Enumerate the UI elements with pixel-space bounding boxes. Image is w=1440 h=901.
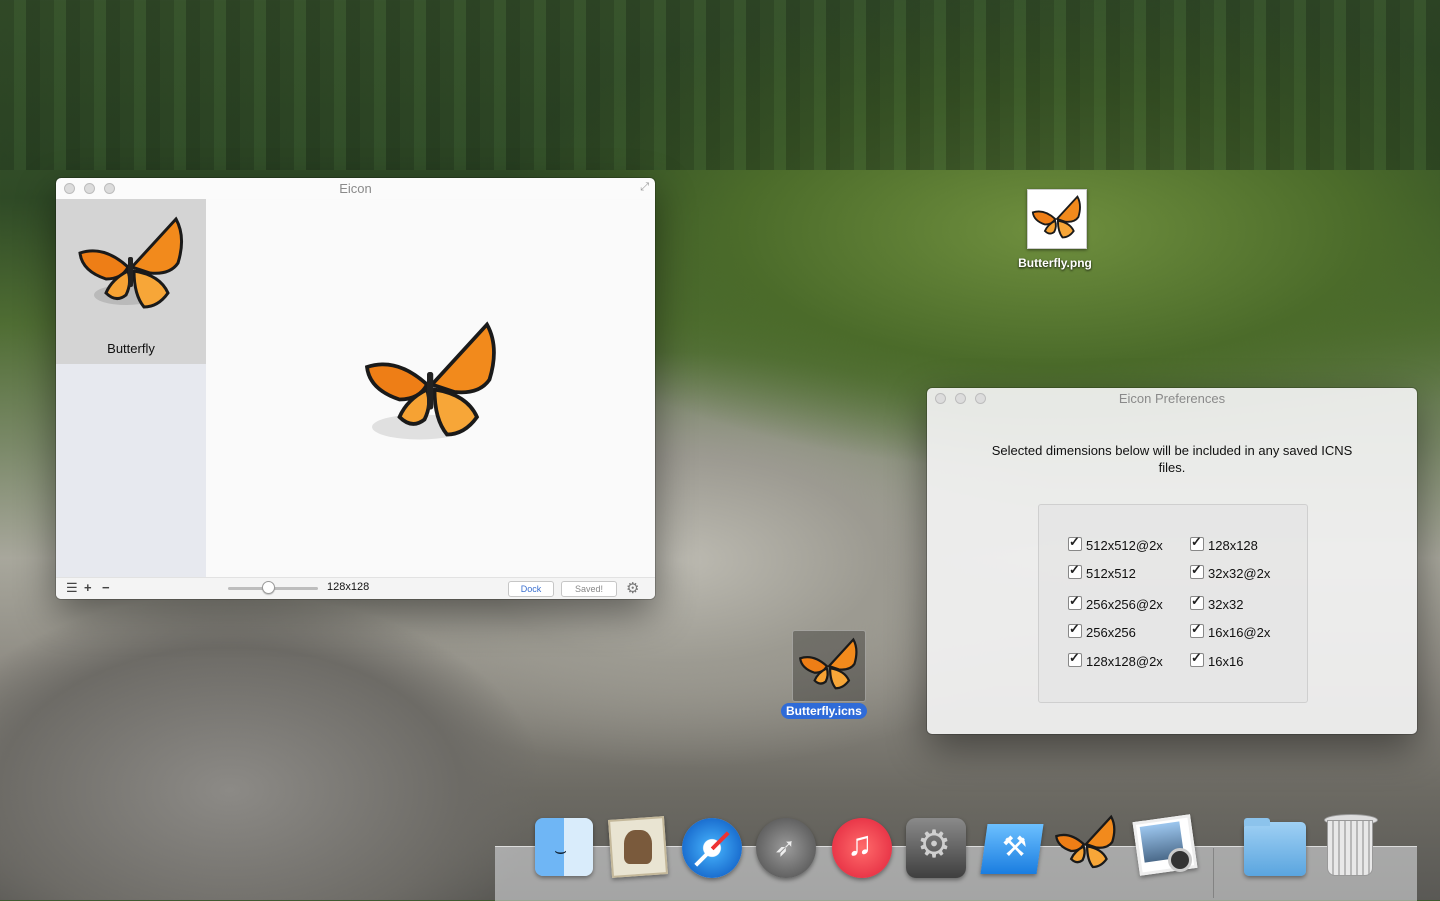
iphoto-icon[interactable] (1130, 810, 1198, 876)
checkmark-icon (1190, 650, 1204, 667)
sidebar-item-butterfly[interactable]: Butterfly (56, 199, 206, 364)
checkbox-16x16-2x[interactable]: 16x16@2x (1190, 621, 1270, 640)
checkbox-16x16[interactable]: 16x16 (1190, 650, 1243, 669)
butterfly-preview-icon (364, 321, 496, 440)
dimensions-box: 512x512@2x 512x512 256x256@2x 256x256 12… (1038, 504, 1308, 703)
butterfly-png-thumbnail-icon (1031, 195, 1081, 239)
checkbox-512x512[interactable]: 512x512 (1068, 562, 1136, 581)
eicon-titlebar[interactable]: Eicon ⤢ (56, 178, 655, 199)
remove-icon[interactable]: − (102, 581, 110, 595)
list-icon[interactable]: ☰ (66, 581, 78, 595)
sidebar-item-label: Butterfly (107, 341, 155, 356)
eicon-app-icon[interactable] (1054, 810, 1118, 876)
desktop-wallpaper (0, 0, 1440, 170)
checkbox-256x256-2x[interactable]: 256x256@2x (1068, 593, 1163, 612)
checkmark-icon (1068, 534, 1082, 551)
preferences-description: Selected dimensions below will be includ… (991, 443, 1353, 475)
eicon-bottom-bar: ☰ + − 128x128 Dock Saved! ⚙ (56, 577, 655, 599)
size-label: 128x128 (327, 581, 370, 593)
checkmark-icon (1068, 593, 1082, 610)
system-preferences-icon[interactable]: ⚙ (904, 810, 968, 878)
xcode-icon[interactable]: ⚒ (980, 810, 1044, 876)
butterfly-thumbnail-icon (78, 216, 183, 309)
size-slider-knob[interactable] (262, 581, 275, 594)
icon-sidebar: Butterfly (56, 199, 206, 577)
mail-icon[interactable] (606, 810, 670, 878)
preferences-titlebar[interactable]: Eicon Preferences (927, 388, 1417, 409)
dock-button[interactable]: Dock (508, 581, 554, 597)
saved-button[interactable]: Saved! (561, 581, 617, 597)
window-title: Eicon (339, 181, 372, 196)
preferences-window: Eicon Preferences Selected dimensions be… (927, 388, 1417, 734)
gear-icon[interactable]: ⚙ (626, 579, 639, 597)
eicon-window: Eicon ⤢ Butterfly ☰ + − 128x128 Dock Sav… (56, 178, 655, 599)
fullscreen-icon[interactable]: ⤢ (640, 181, 649, 194)
butterfly-icns-thumbnail-icon (799, 637, 858, 690)
checkbox-128x128-2x[interactable]: 128x128@2x (1068, 650, 1163, 669)
launchpad-icon[interactable]: ➶ (754, 810, 818, 878)
checkbox-32x32-2x[interactable]: 32x32@2x (1190, 562, 1270, 581)
checkbox-128x128[interactable]: 128x128 (1190, 534, 1258, 553)
trash-icon[interactable] (1318, 810, 1382, 876)
checkmark-icon (1068, 562, 1082, 579)
finder-icon[interactable]: ⌣ (532, 810, 596, 876)
checkmark-icon (1190, 534, 1204, 551)
butterfly-png-file[interactable] (1027, 189, 1087, 249)
checkbox-512x512-2x[interactable]: 512x512@2x (1068, 534, 1163, 553)
butterfly-png-label[interactable]: Butterfly.png (1005, 256, 1105, 270)
butterfly-icns-file[interactable] (792, 630, 866, 702)
checkmark-icon (1190, 621, 1204, 638)
checkbox-32x32[interactable]: 32x32 (1190, 593, 1243, 612)
safari-icon[interactable] (680, 810, 744, 878)
icon-preview-canvas (206, 199, 655, 577)
window-title: Eicon Preferences (1118, 391, 1226, 406)
dock-separator (1213, 848, 1214, 898)
applications-folder-icon[interactable] (1242, 810, 1306, 876)
add-icon[interactable]: + (84, 581, 92, 595)
itunes-icon[interactable]: ♫ (830, 810, 894, 878)
butterfly-icns-label[interactable]: Butterfly.icns (781, 703, 867, 719)
checkmark-icon (1190, 562, 1204, 579)
checkmark-icon (1068, 650, 1082, 667)
checkmark-icon (1068, 621, 1082, 638)
checkbox-256x256[interactable]: 256x256 (1068, 621, 1136, 640)
checkmark-icon (1190, 593, 1204, 610)
